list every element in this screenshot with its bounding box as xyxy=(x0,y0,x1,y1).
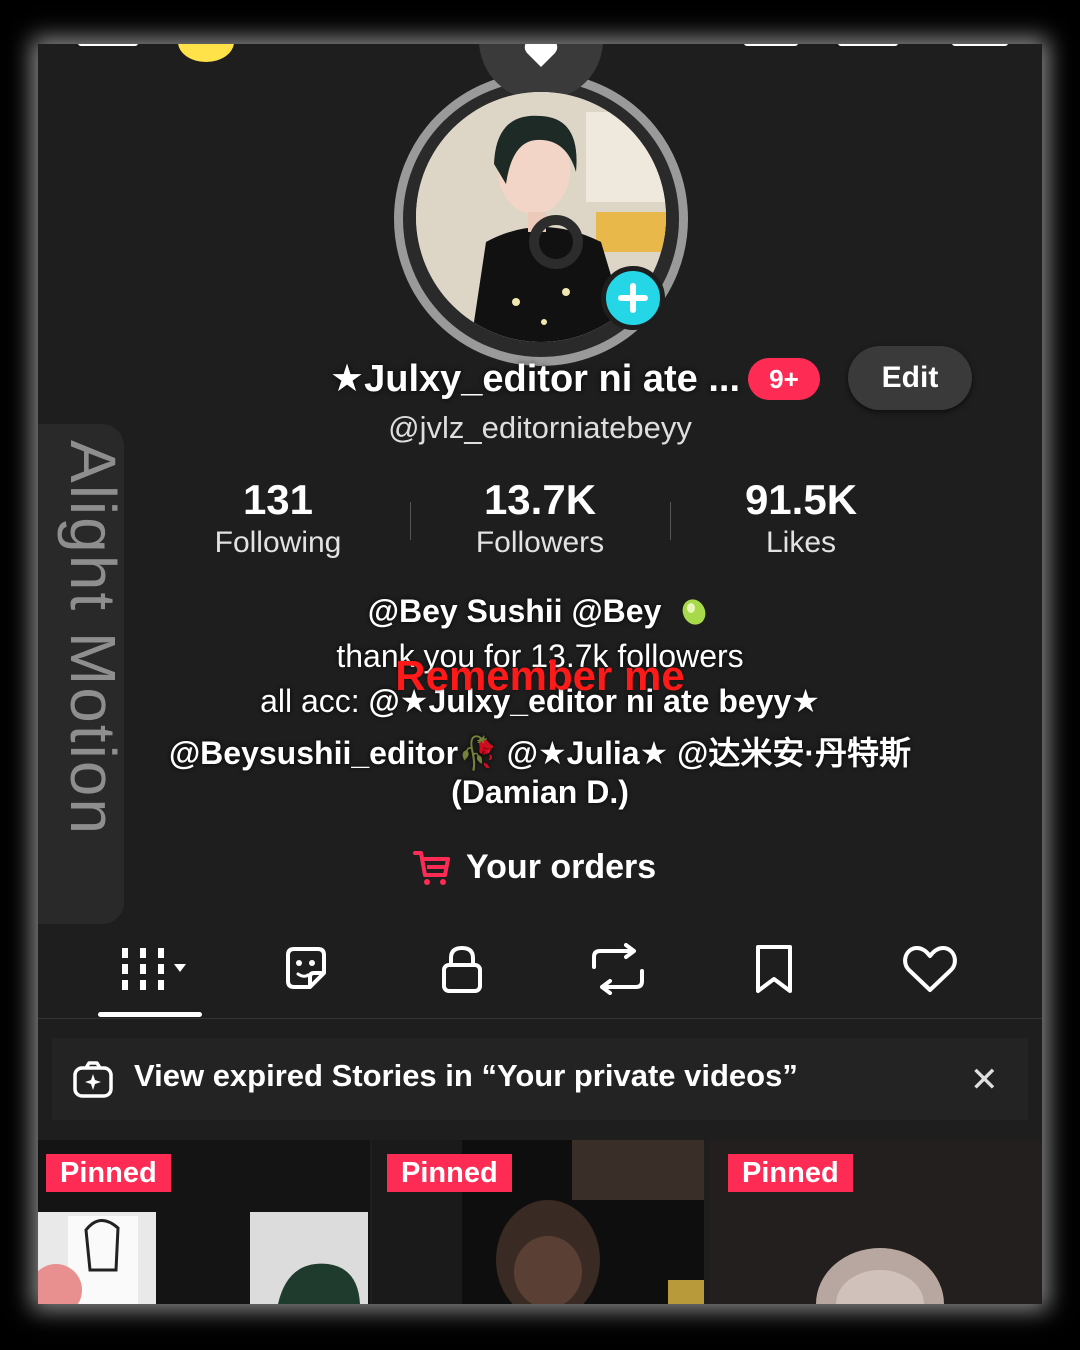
your-orders-link[interactable]: Your orders xyxy=(412,844,656,890)
status-indicator xyxy=(178,44,234,62)
cart-icon xyxy=(413,851,450,885)
bio-mentions: @Bey Sushii @Bey xyxy=(367,593,662,629)
tab-reposts[interactable] xyxy=(578,942,658,996)
lock-icon xyxy=(442,945,482,993)
plus-icon xyxy=(618,283,648,313)
bio-line[interactable]: @Beysushii_editor🥀 @★Julia★ @达米安·丹特斯 xyxy=(118,728,962,774)
edit-profile-button[interactable]: Edit xyxy=(848,346,972,410)
tab-private[interactable] xyxy=(422,942,502,996)
stat-label: Following xyxy=(214,526,342,559)
repost-icon xyxy=(592,943,644,995)
tab-active-indicator xyxy=(98,1012,202,1017)
stat-divider xyxy=(670,502,671,540)
sticker-emoji-icon xyxy=(682,599,706,625)
stat-divider xyxy=(410,502,411,540)
username-handle: @jvlz_editorniatebeyy xyxy=(388,410,692,445)
profile-screen: Alight Motion ★Julxy_editor ni ate ... 9… xyxy=(38,44,1042,1304)
heart-outline-icon xyxy=(903,946,957,992)
tab-saved[interactable] xyxy=(734,942,814,996)
stat-label: Likes xyxy=(765,526,837,559)
pinned-badge: Pinned xyxy=(46,1154,171,1192)
notification-badge[interactable]: 9+ xyxy=(748,358,820,400)
stat-value: 13.7K xyxy=(483,476,597,523)
status-bar-fragment xyxy=(952,44,1008,46)
story-camera-icon xyxy=(73,1061,113,1098)
tab-divider xyxy=(38,1018,1042,1019)
stat-label: Followers xyxy=(475,526,605,559)
stat-followers[interactable]: 13.7K Followers xyxy=(430,476,650,560)
grid-bars-icon xyxy=(122,948,186,990)
heart-icon[interactable] xyxy=(524,44,558,68)
banner-text: View expired Stories in “Your private vi… xyxy=(134,1058,798,1093)
pinned-badge: Pinned xyxy=(387,1154,512,1192)
sticker-icon xyxy=(286,947,326,989)
stat-likes[interactable]: 91.5K Likes xyxy=(691,476,911,560)
display-name: ★Julxy_editor ni ate ... xyxy=(330,358,740,400)
bookmark-icon xyxy=(756,945,792,993)
pinned-badge: Pinned xyxy=(728,1154,853,1192)
tab-stickers[interactable] xyxy=(266,942,346,996)
status-bar-fragment xyxy=(838,44,898,46)
stat-following[interactable]: 131 Following xyxy=(168,476,388,560)
orders-label: Your orders xyxy=(466,847,657,886)
stat-value: 91.5K xyxy=(744,476,858,523)
stat-value: 131 xyxy=(242,476,314,523)
add-story-button[interactable] xyxy=(601,266,665,330)
tab-liked[interactable] xyxy=(890,942,970,996)
close-icon[interactable]: ✕ xyxy=(970,1060,999,1100)
status-bar-fragment xyxy=(744,44,798,46)
status-bar-fragment xyxy=(78,44,138,46)
bio-line: @Bey Sushii @Bey xyxy=(118,592,962,630)
bio-line: (Damian D.) xyxy=(451,774,629,810)
tab-videos[interactable] xyxy=(110,942,190,996)
overlay-caption: Remember me xyxy=(395,652,685,699)
